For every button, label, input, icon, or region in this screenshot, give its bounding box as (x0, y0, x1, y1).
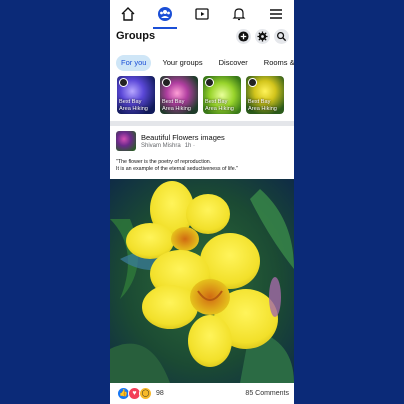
nav-groups[interactable] (152, 1, 178, 29)
tab-for-you[interactable]: For you (116, 55, 152, 71)
nav-menu[interactable] (263, 1, 289, 27)
flower-photo (110, 179, 294, 383)
group-tabs: For you Your groups Discover Rooms & (116, 55, 294, 71)
app-screen: Groups For you Your groups Discover Room… (110, 0, 294, 404)
search-icon (277, 32, 287, 42)
tab-rooms[interactable]: Rooms & (259, 55, 294, 71)
group-card-label: Best Bay Area Hiking (248, 99, 277, 112)
groups-icon (158, 7, 173, 21)
group-card[interactable]: Best Bay Area Hiking (203, 76, 241, 114)
group-card[interactable]: Best Bay Area Hiking (160, 76, 198, 114)
post-text-line: "The flower is the poetry of reproductio… (116, 159, 212, 165)
wow-icon[interactable]: ◯ (139, 386, 152, 400)
gear-icon (257, 31, 268, 42)
search-button[interactable] (274, 29, 289, 44)
group-card[interactable]: Best Bay Area Hiking (117, 76, 155, 114)
group-cards: Best Bay Area Hiking Best Bay Area Hikin… (117, 76, 284, 114)
post-meta: Shivam Mishra 1h · (141, 143, 195, 149)
post-text-line: It is an example of the eternal seductiv… (116, 166, 239, 172)
post-group-name[interactable]: Beautiful Flowers images (141, 133, 225, 142)
group-avatar-icon (162, 78, 171, 87)
group-card-label: Best Bay Area Hiking (119, 99, 148, 112)
tab-your-groups[interactable]: Your groups (157, 55, 207, 71)
video-icon (195, 8, 209, 20)
post-time: 1h · (184, 143, 196, 149)
comments-link[interactable]: 85 Comments (245, 390, 289, 397)
group-card[interactable]: Best Bay Area Hiking (246, 76, 284, 114)
bell-icon (232, 8, 246, 21)
menu-icon (269, 9, 282, 19)
group-card-label: Best Bay Area Hiking (205, 99, 234, 112)
settings-button[interactable] (255, 29, 270, 44)
group-avatar[interactable] (116, 131, 136, 151)
nav-notifications[interactable] (226, 1, 252, 27)
section-divider (110, 121, 294, 126)
post-header: Beautiful Flowers images Shivam Mishra 1… (116, 131, 288, 153)
nav-video[interactable] (189, 1, 215, 27)
group-avatar-icon (205, 78, 214, 87)
group-card-label: Best Bay Area Hiking (162, 99, 191, 112)
home-icon (121, 7, 135, 21)
top-navigation (110, 0, 294, 29)
post-text: "The flower is the poetry of reproductio… (116, 159, 290, 173)
nav-home[interactable] (115, 1, 141, 27)
groups-header: Groups (110, 28, 294, 48)
page-title: Groups (116, 30, 156, 42)
plus-icon (238, 31, 249, 42)
group-avatar-icon (119, 78, 128, 87)
group-avatar-icon (248, 78, 257, 87)
reaction-count[interactable]: 98 (156, 390, 164, 397)
post-reactions: 👍 ♥ ◯ 98 85 Comments (117, 386, 289, 400)
tab-discover[interactable]: Discover (214, 55, 253, 71)
post-image[interactable] (110, 179, 294, 383)
post-author[interactable]: Shivam Mishra (141, 143, 181, 149)
create-group-button[interactable] (236, 29, 251, 44)
